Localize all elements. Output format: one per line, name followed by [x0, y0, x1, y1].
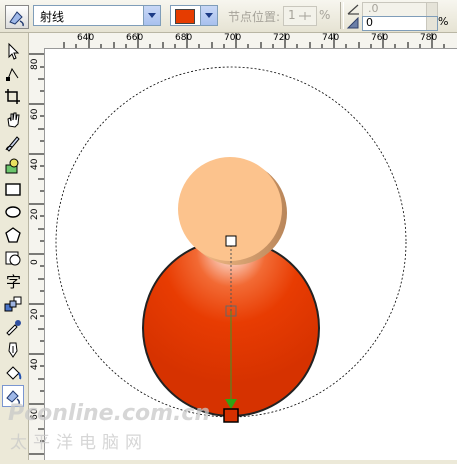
- toolbar-separator: [340, 2, 344, 29]
- watermark-url: Pconline.com.cn: [8, 401, 211, 426]
- eyedropper-tool-icon[interactable]: [3, 317, 23, 337]
- edge-pad-icon: [346, 17, 359, 29]
- watermark-name: 太平洋电脑网: [10, 433, 148, 453]
- spinner-icon[interactable]: [426, 3, 437, 16]
- angle-input[interactable]: .0: [362, 2, 438, 17]
- ruler-label: 700: [224, 33, 242, 43]
- shape-tool-icon[interactable]: [3, 64, 23, 84]
- spinner-icon[interactable]: [426, 17, 437, 30]
- drawing-canvas[interactable]: [45, 49, 457, 460]
- edge-percent-label: %: [438, 15, 449, 28]
- outline-tool-icon[interactable]: [3, 340, 23, 360]
- ruler-label: 760: [371, 33, 389, 43]
- ruler-ticks: [63, 33, 445, 48]
- polygon-tool-icon[interactable]: [3, 225, 23, 245]
- edge-pad-input[interactable]: 0: [362, 16, 438, 31]
- pan-tool-icon[interactable]: [3, 110, 23, 130]
- pick-tool-icon[interactable]: [3, 41, 23, 61]
- smart-fill-tool-icon[interactable]: [3, 156, 23, 176]
- interactive-fill-icon[interactable]: [5, 5, 29, 29]
- ellipse-tool-icon[interactable]: [3, 202, 23, 222]
- interactive-blend-tool-icon[interactable]: [3, 294, 23, 314]
- fill-tool-icon[interactable]: [3, 363, 23, 383]
- fill-color-picker[interactable]: [170, 5, 218, 26]
- ruler-label: 20: [30, 208, 40, 220]
- svg-text:字: 字: [6, 273, 21, 291]
- ruler-label: 640: [77, 33, 95, 43]
- chevron-down-icon[interactable]: [143, 6, 160, 25]
- ruler-label: 0: [30, 259, 40, 265]
- gradient-start-handle[interactable]: [225, 235, 237, 247]
- basic-shapes-tool-icon[interactable]: [3, 248, 23, 268]
- ruler-label: 660: [126, 33, 144, 43]
- crop-tool-icon[interactable]: [3, 87, 23, 107]
- ruler-label: 80: [30, 58, 40, 70]
- rectangle-tool-icon[interactable]: [3, 179, 23, 199]
- ruler-label: 680: [175, 33, 193, 43]
- ruler-label: 40: [30, 158, 40, 170]
- color-swatch: [175, 9, 195, 24]
- chevron-down-icon[interactable]: [200, 6, 217, 25]
- ruler-label: 60: [30, 108, 40, 120]
- text-tool-icon[interactable]: 字: [3, 271, 23, 291]
- ruler-label: 740: [322, 33, 340, 43]
- horizontal-ruler[interactable]: 640 660 680 700 720 740 760 780: [29, 33, 457, 49]
- slider-icon: [299, 12, 311, 20]
- node-percent-label: %: [319, 8, 331, 22]
- ruler-label: 720: [273, 33, 291, 43]
- node-position-input[interactable]: 1: [283, 6, 317, 26]
- fill-type-dropdown[interactable]: 射线: [33, 5, 161, 26]
- node-position-label: 节点位置:: [228, 10, 281, 24]
- freehand-tool-icon[interactable]: [3, 133, 23, 153]
- property-bar: 射线 节点位置: 1 % .0 0 %: [0, 0, 457, 33]
- ruler-label: 40: [30, 358, 40, 370]
- vertical-ruler[interactable]: 80 60 40 20 0 20 40 60: [29, 48, 45, 460]
- gradient-end-handle[interactable]: [223, 408, 239, 423]
- toolbox: 字: [0, 33, 29, 460]
- angle-icon: [347, 4, 359, 15]
- ruler-label: 780: [420, 33, 438, 43]
- ruler-label: 20: [30, 308, 40, 320]
- fill-type-value: 射线: [40, 10, 65, 24]
- canvas-drawing: [55, 66, 407, 423]
